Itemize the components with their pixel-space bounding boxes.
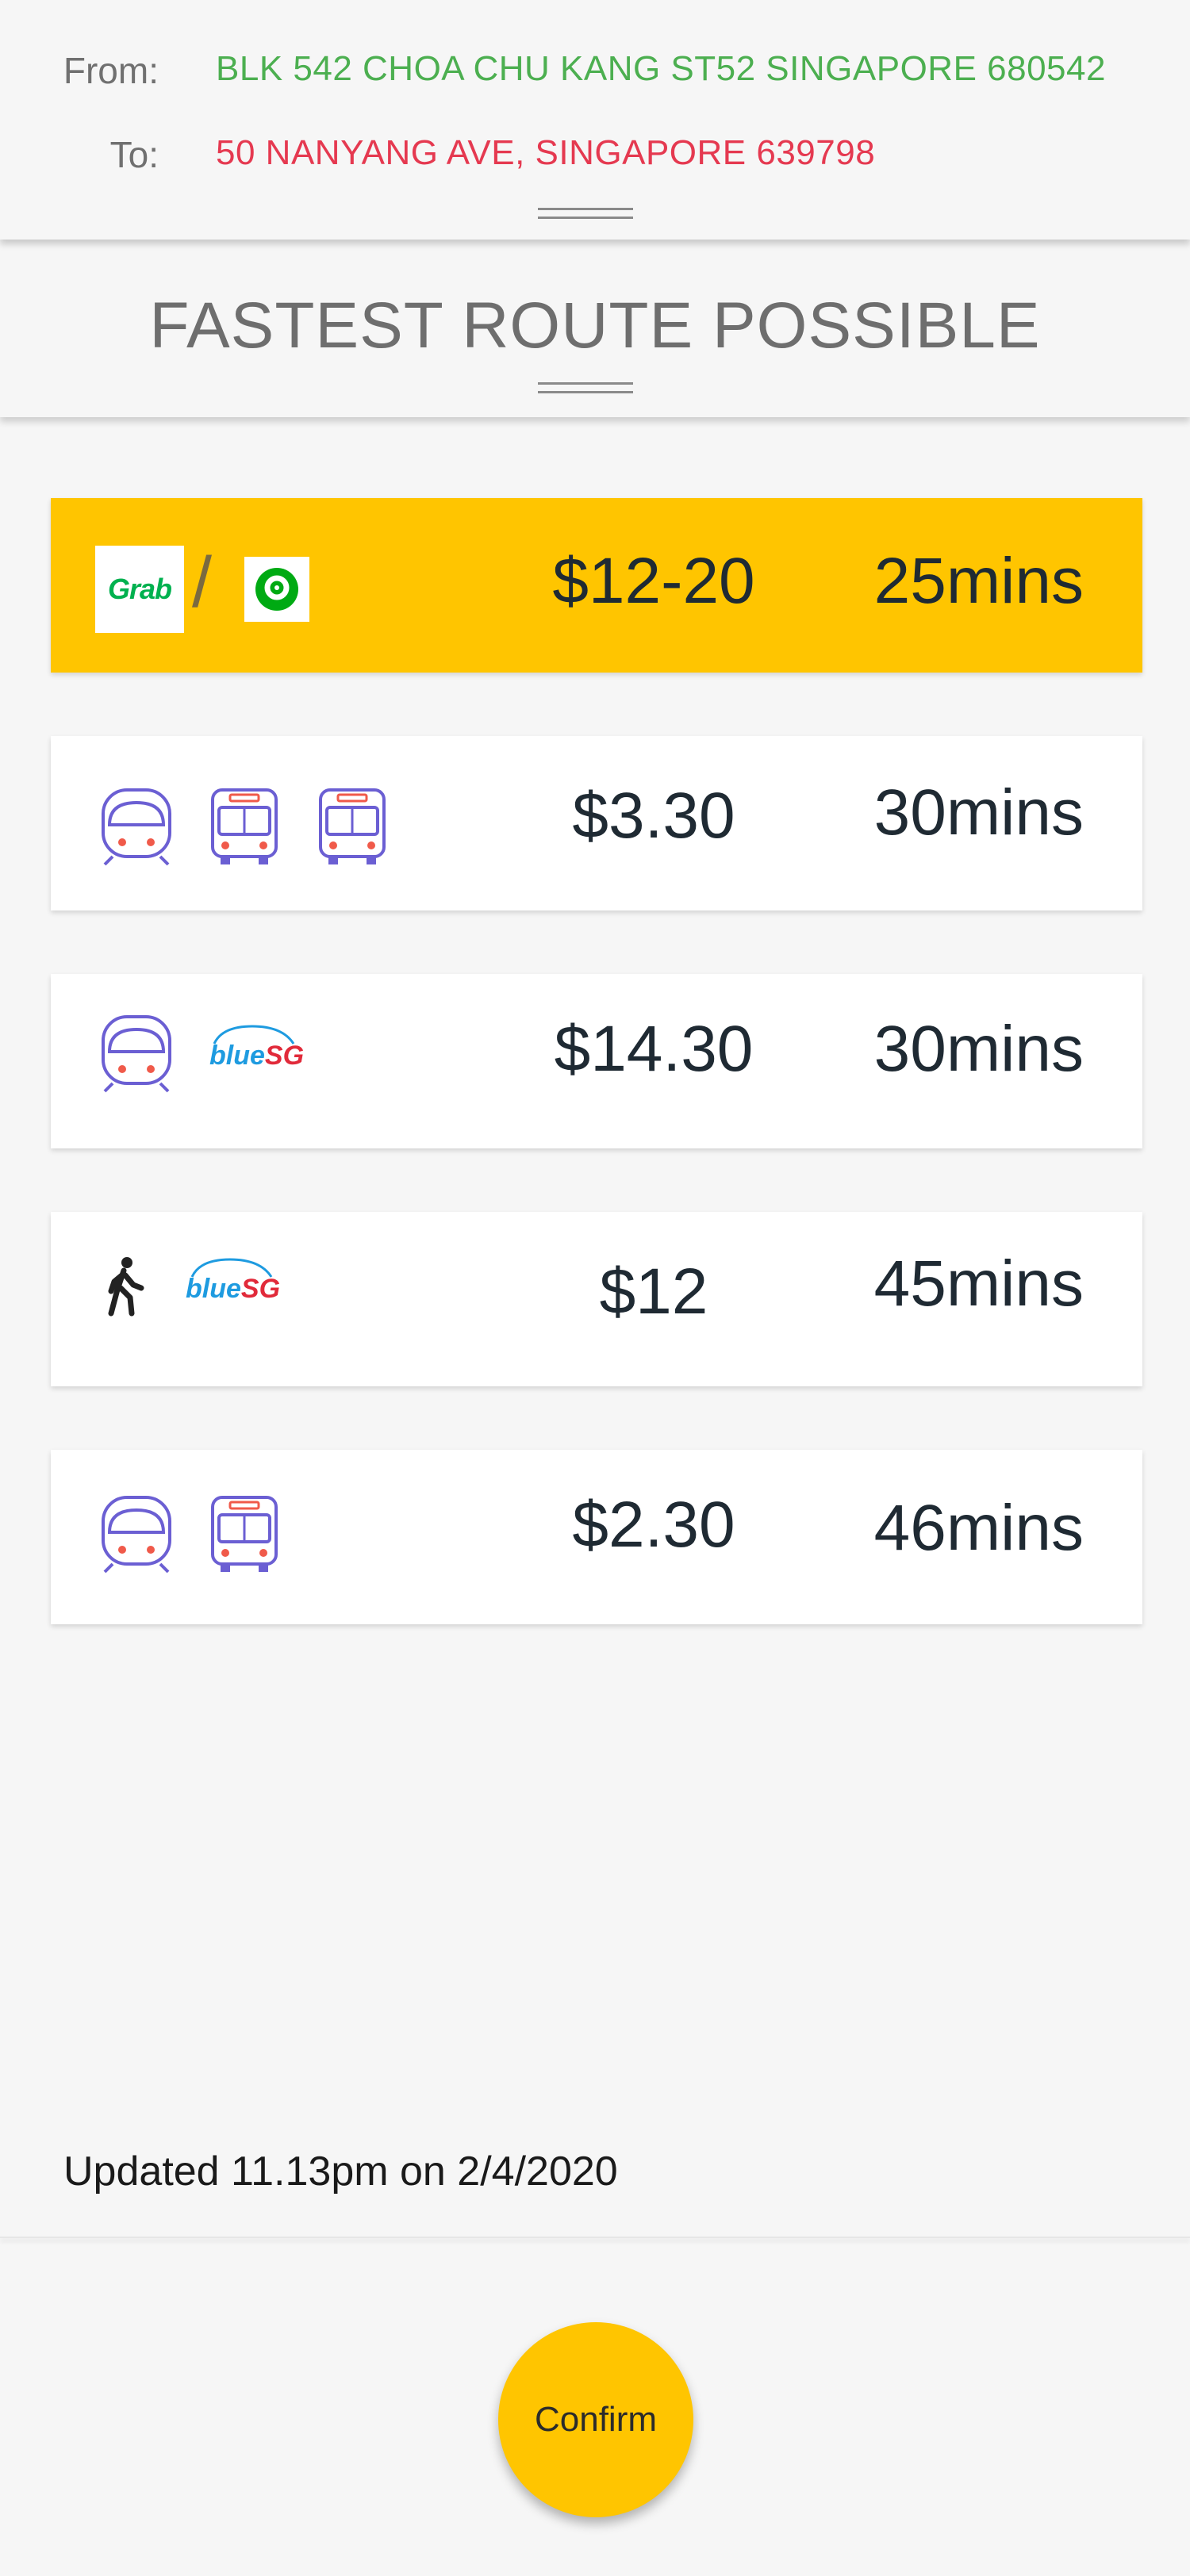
price: $3.30 [572,780,735,852]
route-option-4[interactable]: blueSG $12 45mins [51,1212,1142,1386]
route-option-1[interactable]: Grab / $12-20 25mins [51,498,1142,673]
bus-icon [211,1496,278,1572]
from-row: From: BLK 542 CHOA CHU KANG ST52 SINGAPO… [0,49,1190,105]
from-address[interactable]: BLK 542 CHOA CHU KANG ST52 SINGAPORE 680… [216,49,1106,89]
bluesg-logo: blueSG [209,1041,304,1071]
price: $2.30 [572,1489,735,1561]
last-updated-text: Updated 11.13pm on 2/4/2020 [63,2149,618,2195]
page-title: FASTEST ROUTE POSSIBLE [149,289,1041,362]
to-row: To: 50 NANYANG AVE, SINGAPORE 639798 [0,133,1190,189]
walk-icon [108,1257,144,1317]
bluesg-logo: blueSG [186,1274,280,1305]
duration: 25mins [873,545,1084,617]
gojek-icon [255,568,298,611]
train-icon [102,788,171,866]
gojek-logo [244,557,309,622]
footer-divider [0,2237,1190,2238]
duration: 30mins [873,1013,1084,1085]
duration: 46mins [873,1492,1084,1564]
price: $12-20 [552,545,755,617]
grab-logo-text: Grab [107,573,172,605]
train-icon [102,1015,171,1093]
confirm-button[interactable]: Confirm [498,2322,693,2517]
duration: 30mins [873,776,1084,849]
to-address[interactable]: 50 NANYANG AVE, SINGAPORE 639798 [216,133,875,173]
bluesg-logo-blue: blue [209,1041,265,1071]
route-option-2[interactable]: $3.30 30mins [51,736,1142,910]
bus-icon [319,788,386,864]
price: $14.30 [554,1013,754,1085]
subheader-drag-handle[interactable] [538,382,633,393]
from-label: From: [63,50,159,91]
train-icon [102,1496,171,1574]
price: $12 [599,1255,708,1328]
duration: 45mins [873,1248,1084,1320]
route-header: From: BLK 542 CHOA CHU KANG ST52 SINGAPO… [0,0,1190,240]
separator-slash: / [192,543,213,623]
bluesg-logo-sg: SG [264,1041,305,1071]
to-label: To: [109,134,159,175]
header-drag-handle[interactable] [538,208,633,219]
grab-logo: Grab [95,546,184,633]
route-option-5[interactable]: $2.30 46mins [51,1450,1142,1624]
route-option-3[interactable]: blueSG $14.30 30mins [51,974,1142,1148]
bluesg-logo-blue: blue [186,1274,241,1304]
bus-icon [211,788,278,864]
bluesg-logo-sg: SG [240,1274,281,1304]
route-subheader: FASTEST ROUTE POSSIBLE [0,240,1190,417]
